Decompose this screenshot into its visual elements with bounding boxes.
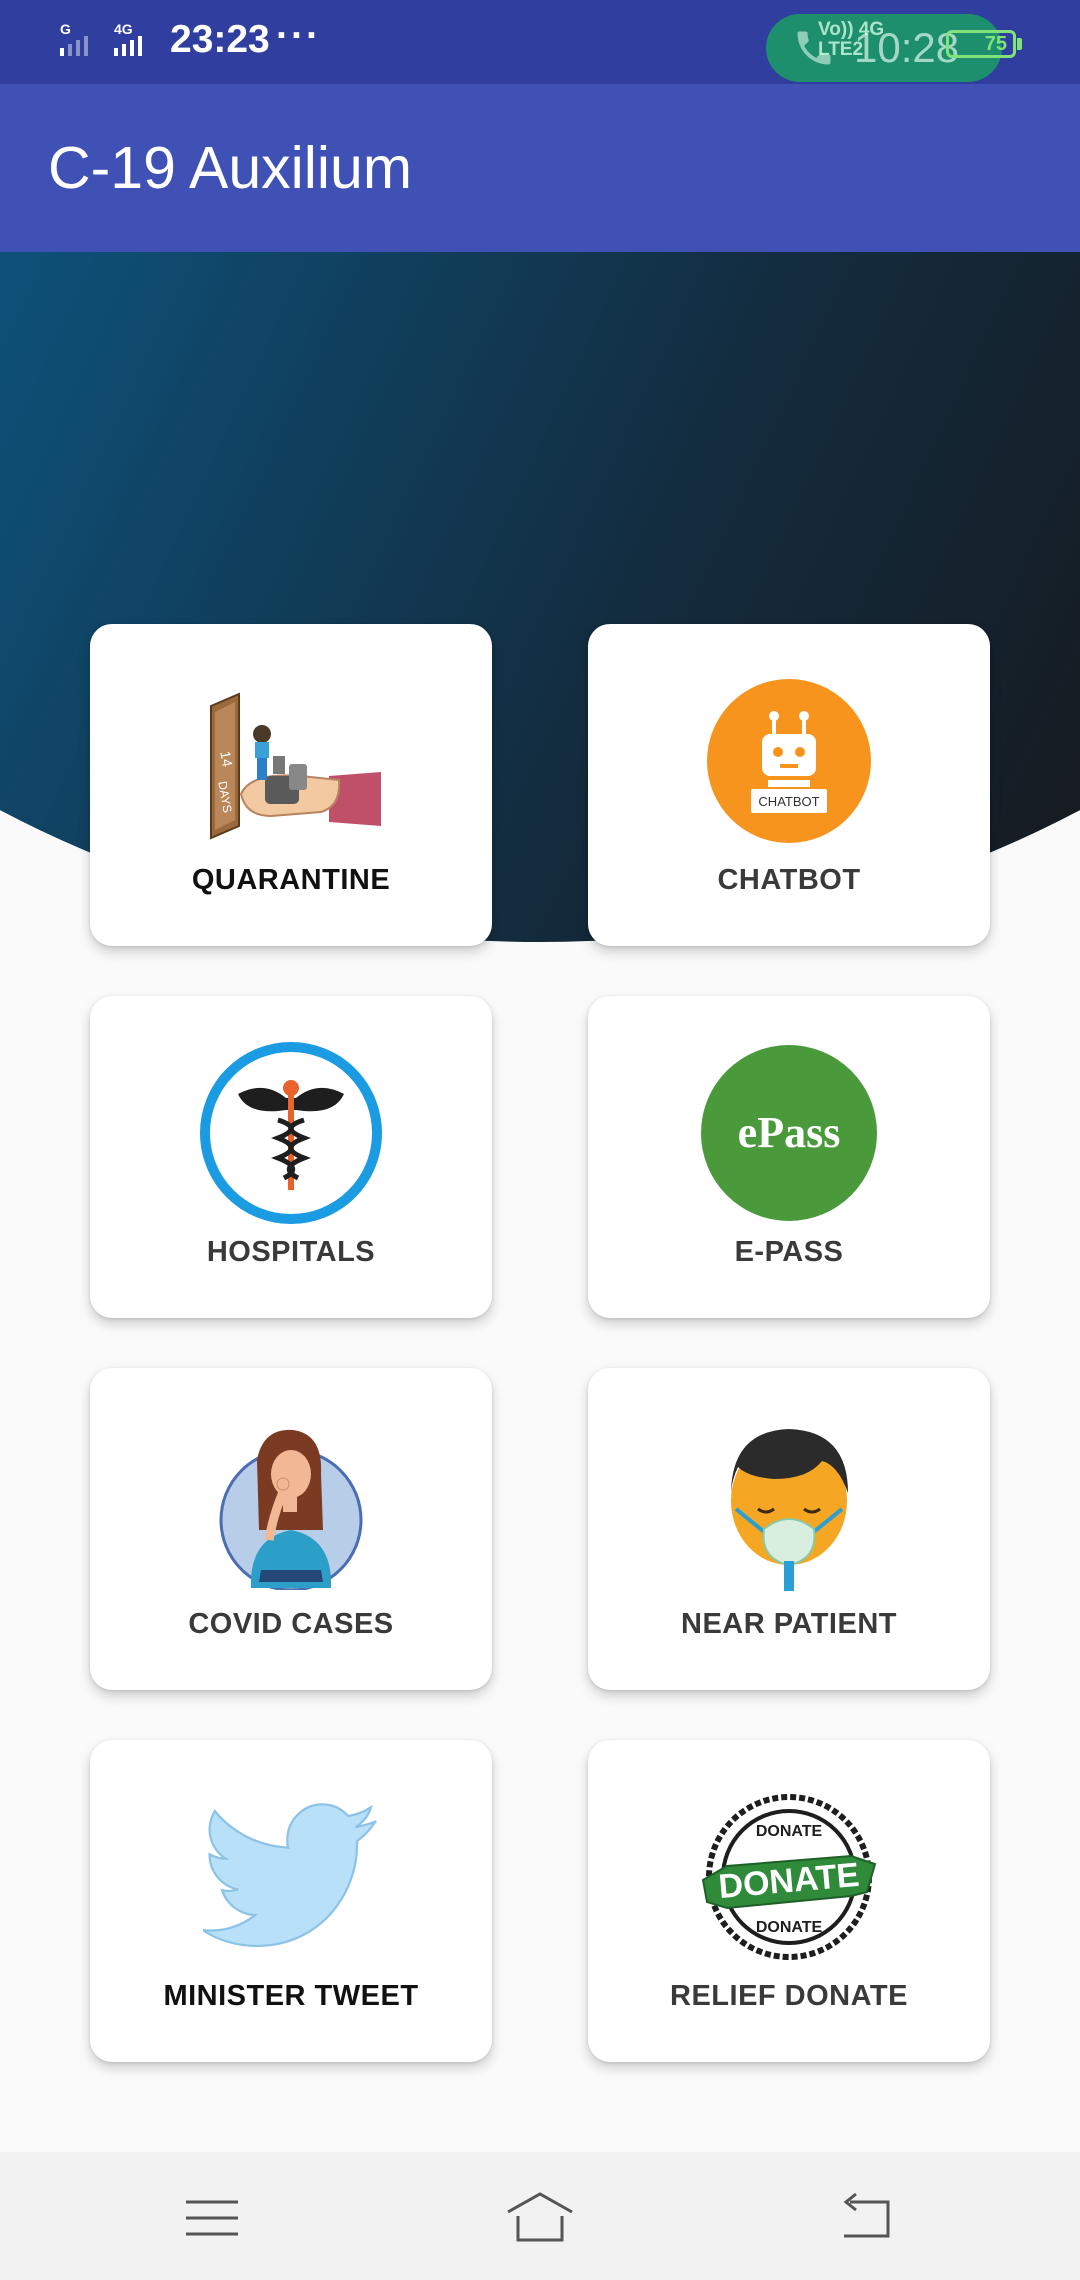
app-title: C-19 Auxilium — [48, 135, 412, 201]
card-label: MINISTER TWEET — [163, 1980, 419, 2012]
donate-badge-icon: DONATE DONATE DONATE — [701, 1794, 877, 1960]
home-icon[interactable] — [504, 2190, 576, 2246]
svg-text:4G: 4G — [114, 22, 133, 37]
card-label: NEAR PATIENT — [681, 1608, 897, 1640]
svg-text:CHATBOT: CHATBOT — [758, 794, 819, 809]
signal-4g-icon: 4G — [114, 22, 142, 56]
system-nav-bar — [0, 2152, 1080, 2280]
svg-text:14: 14 — [217, 750, 235, 768]
svg-text:DONATE: DONATE — [756, 1919, 823, 1936]
card-label: RELIEF DONATE — [670, 1980, 908, 2012]
call-timer: 10:28 — [854, 24, 960, 71]
twitter-bird-icon — [203, 1803, 377, 1948]
quarantine-card[interactable]: 14 DAYS QUARANTINE — [90, 624, 492, 946]
status-bar: G 4G 23:23 ··· Vo)) 4G LTE2 10:28 75 — [0, 0, 1080, 84]
battery-icon: 75 — [946, 30, 1016, 58]
signal-g-icon: G — [60, 22, 88, 56]
chatbot-card[interactable]: CHATBOT CHATBOT — [588, 624, 990, 946]
card-label: E-PASS — [734, 1236, 844, 1268]
card-label: HOSPITALS — [206, 1236, 376, 1268]
battery-tip — [1017, 38, 1022, 50]
menu-icon[interactable] — [176, 2190, 248, 2246]
relief-donate-card[interactable]: DONATE DONATE DONATE RELIEF DONATE — [588, 1740, 990, 2062]
patient-oxygen-mask-icon — [731, 1429, 848, 1591]
covid-cases-icon — [219, 1429, 363, 1590]
card-label: COVID CASES — [188, 1608, 394, 1640]
card-label: QUARANTINE — [191, 864, 391, 896]
hospitals-card[interactable]: HOSPITALS — [90, 996, 492, 1318]
status-more-icon: ··· — [276, 14, 321, 57]
svg-text:DONATE: DONATE — [756, 1823, 823, 1840]
hospital-caduceus-icon — [200, 1042, 382, 1224]
svg-text:ePass: ePass — [738, 1108, 841, 1157]
minister-tweet-card[interactable]: MINISTER TWEET — [90, 1740, 492, 2062]
quarantine-icon: 14 DAYS — [210, 692, 381, 840]
epass-card[interactable]: ePass E-PASS — [588, 996, 990, 1318]
svg-text:G: G — [60, 22, 71, 37]
near-patient-card[interactable]: NEAR PATIENT — [588, 1368, 990, 1690]
back-icon[interactable] — [830, 2190, 902, 2246]
card-label: CHATBOT — [717, 864, 861, 896]
epass-icon: ePass — [701, 1045, 877, 1221]
app-bar: C-19 Auxilium — [0, 84, 1080, 252]
status-time: 23:23 — [170, 18, 270, 61]
covid-cases-card[interactable]: COVID CASES — [90, 1368, 492, 1690]
chatbot-icon: CHATBOT — [707, 679, 871, 843]
